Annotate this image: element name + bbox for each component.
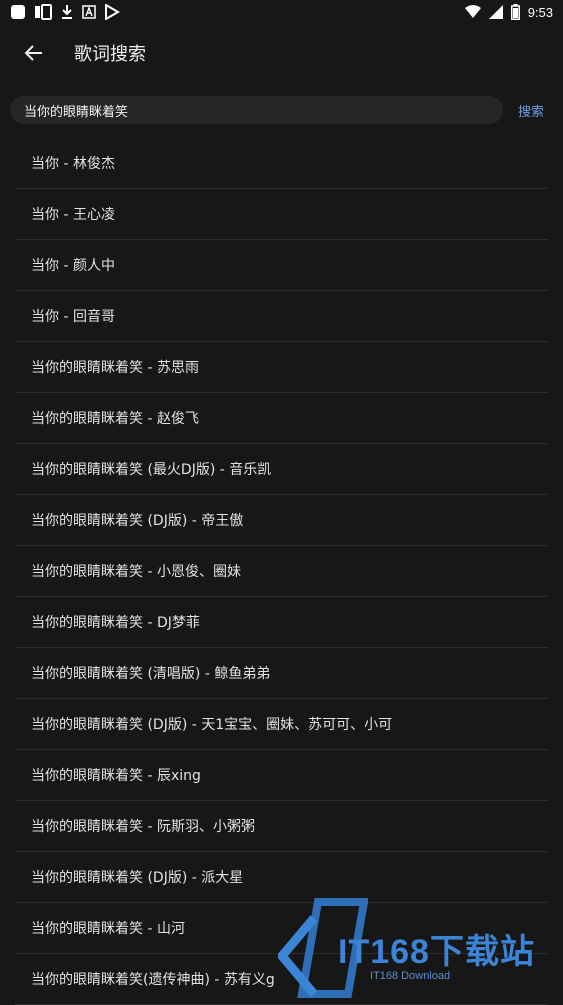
play-store-icon bbox=[104, 4, 120, 20]
app-bar: 歌词搜索 bbox=[0, 24, 563, 82]
result-item[interactable]: 当你的眼睛眯着笑 (DJ版) - 派大星 bbox=[15, 852, 548, 903]
result-item[interactable]: 当你的眼睛眯着笑 - DJ梦菲 bbox=[15, 597, 548, 648]
result-item[interactable]: 当你的眼睛眯着笑 (DJ版) - 天1宝宝、圈妹、苏可可、小可 bbox=[15, 699, 548, 750]
result-item[interactable]: 当你的眼睛眯着笑(遗传神曲) - 苏有义g bbox=[15, 954, 548, 1005]
app-square-icon bbox=[10, 4, 26, 20]
wifi-icon bbox=[464, 5, 481, 19]
status-left-icons bbox=[10, 4, 120, 20]
back-button[interactable] bbox=[16, 35, 52, 71]
result-item[interactable]: 当你的眼睛眯着笑 (清唱版) - 鲸鱼弟弟 bbox=[15, 648, 548, 699]
result-item[interactable]: 当你的眼睛眯着笑 - 苏思雨 bbox=[15, 342, 548, 393]
a-box-icon bbox=[82, 5, 96, 19]
arrow-left-icon bbox=[24, 45, 42, 61]
result-item[interactable]: 当你 - 王心凌 bbox=[15, 189, 548, 240]
result-item[interactable]: 当你 - 颜人中 bbox=[15, 240, 548, 291]
status-right-icons: 9:53 bbox=[464, 4, 553, 20]
search-input[interactable] bbox=[10, 96, 503, 124]
baozi-app-icon bbox=[34, 4, 52, 20]
result-item[interactable]: 当你 - 回音哥 bbox=[15, 291, 548, 342]
result-item[interactable]: 当你的眼睛眯着笑 - 辰xing bbox=[15, 750, 548, 801]
search-bar: 搜索 bbox=[10, 96, 553, 124]
result-item[interactable]: 当你的眼睛眯着笑 - 赵俊飞 bbox=[15, 393, 548, 444]
page-title: 歌词搜索 bbox=[74, 44, 146, 65]
status-time: 9:53 bbox=[527, 4, 553, 20]
result-item[interactable]: 当你的眼睛眯着笑 (最火DJ版) - 音乐凯 bbox=[15, 444, 548, 495]
battery-icon bbox=[510, 4, 520, 20]
result-item[interactable]: 当你的眼睛眯着笑 (DJ版) - 帝王傲 bbox=[15, 495, 548, 546]
search-button[interactable]: 搜索 bbox=[518, 101, 544, 120]
results-list: 当你 - 林俊杰 当你 - 王心凌 当你 - 颜人中 当你 - 回音哥 当你的眼睛眯着笑… bbox=[15, 138, 548, 1005]
status-bar: 9:53 bbox=[0, 0, 563, 24]
download-icon bbox=[60, 4, 74, 20]
result-item[interactable]: 当你的眼睛眯着笑 - 山河 bbox=[15, 903, 548, 954]
result-item[interactable]: 当你的眼睛眯着笑 - 阮斯羽、小粥粥 bbox=[15, 801, 548, 852]
signal-icon bbox=[488, 5, 503, 19]
result-item[interactable]: 当你 - 林俊杰 bbox=[15, 138, 548, 189]
result-item[interactable]: 当你的眼睛眯着笑 - 小恩俊、圈妹 bbox=[15, 546, 548, 597]
